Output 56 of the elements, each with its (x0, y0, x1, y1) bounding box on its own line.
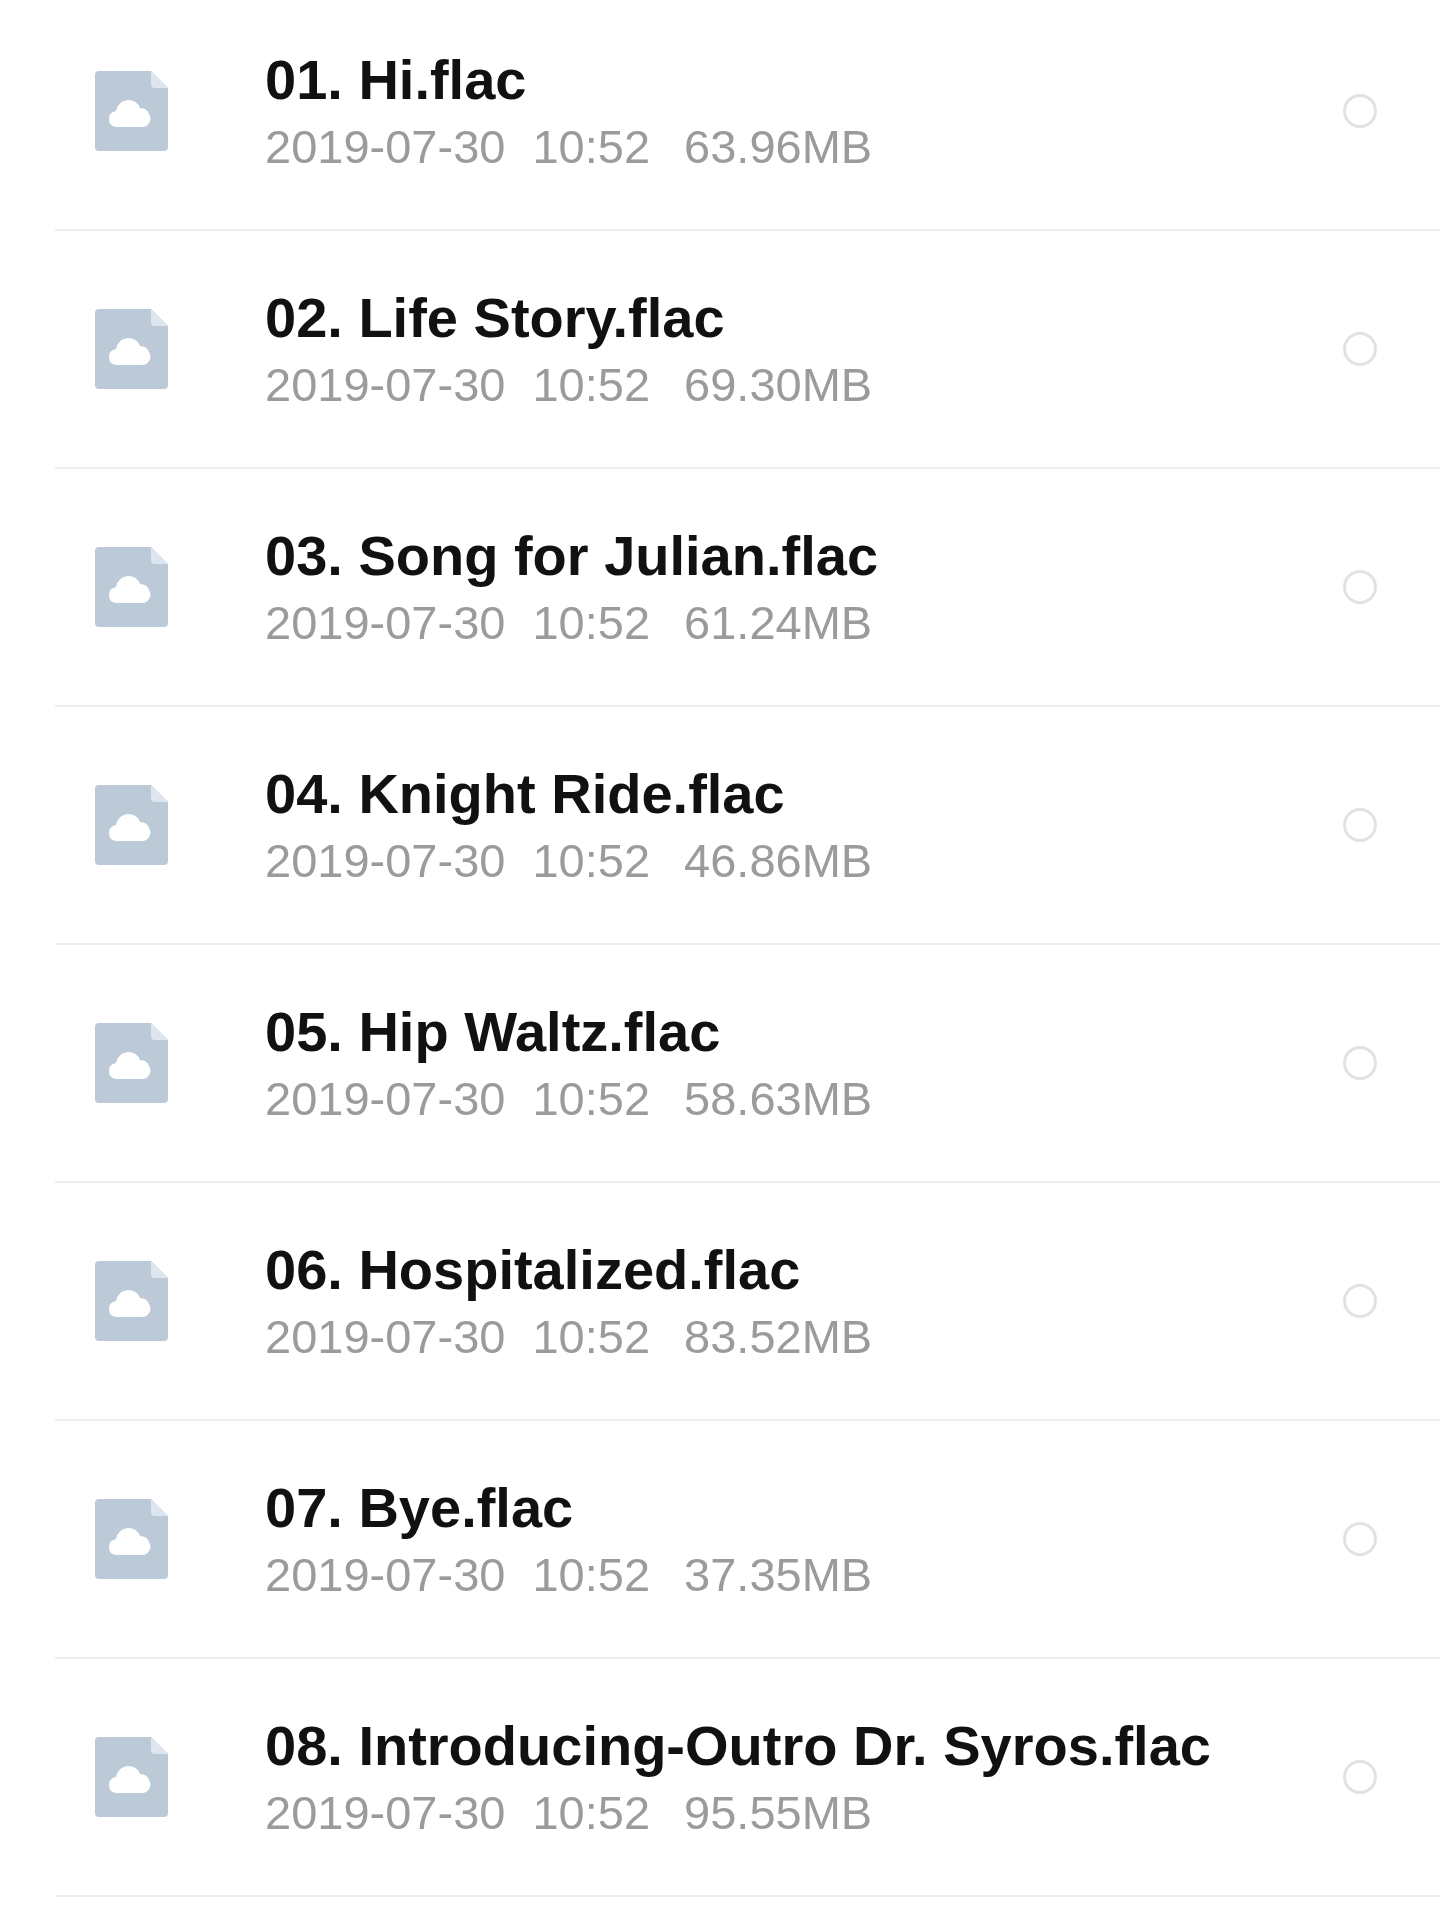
select-radio[interactable] (1343, 332, 1377, 366)
file-size: 63.96MB (684, 118, 873, 175)
file-size: 69.30MB (684, 356, 873, 413)
file-row[interactable]: 05. Hip Waltz.flac 2019-07-30 10:52 58.63MB (55, 945, 1440, 1183)
file-date: 2019-07-30 (265, 594, 506, 651)
file-row[interactable]: 01. Hi.flac 2019-07-30 10:52 63.96MB (55, 0, 1440, 231)
file-row[interactable]: 08. Introducing-Outro Dr. Syros.flac 2019-07-30 10:52 95.55MB (55, 1659, 1440, 1897)
select-radio[interactable] (1343, 1522, 1377, 1556)
file-time: 10:52 (532, 594, 651, 651)
file-name: 06. Hospitalized.flac (265, 1237, 801, 1302)
cloud-file-icon (95, 1261, 168, 1341)
file-date: 2019-07-30 (265, 356, 506, 413)
file-time: 10:52 (532, 1546, 651, 1603)
file-time: 10:52 (532, 1784, 651, 1841)
file-name: 03. Song for Julian.flac (265, 523, 879, 588)
file-size: 83.52MB (684, 1308, 873, 1365)
file-row[interactable]: 07. Bye.flac 2019-07-30 10:52 37.35MB (55, 1421, 1440, 1659)
file-size: 61.24MB (684, 594, 873, 651)
select-radio[interactable] (1343, 1284, 1377, 1318)
file-size: 58.63MB (684, 1070, 873, 1127)
file-name: 08. Introducing-Outro Dr. Syros.flac (265, 1713, 1211, 1778)
file-name: 04. Knight Ride.flac (265, 761, 785, 826)
file-date: 2019-07-30 (265, 1308, 506, 1365)
file-size: 95.55MB (684, 1784, 873, 1841)
file-name: 05. Hip Waltz.flac (265, 999, 721, 1064)
file-time: 10:52 (532, 832, 651, 889)
file-row[interactable]: 02. Life Story.flac 2019-07-30 10:52 69.30MB (55, 231, 1440, 469)
file-row[interactable]: 03. Song for Julian.flac 2019-07-30 10:52 61.24MB (55, 469, 1440, 707)
file-time: 10:52 (532, 1308, 651, 1365)
select-radio[interactable] (1343, 570, 1377, 604)
file-name: 02. Life Story.flac (265, 285, 725, 350)
file-time: 10:52 (532, 356, 651, 413)
cloud-file-icon (95, 309, 168, 389)
select-radio[interactable] (1343, 94, 1377, 128)
file-date: 2019-07-30 (265, 118, 506, 175)
file-size: 37.35MB (684, 1546, 873, 1603)
file-date: 2019-07-30 (265, 832, 506, 889)
file-time: 10:52 (532, 1070, 651, 1127)
cloud-file-icon (95, 785, 168, 865)
cloud-file-icon (95, 71, 168, 151)
file-row[interactable]: 04. Knight Ride.flac 2019-07-30 10:52 46.86MB (55, 707, 1440, 945)
select-radio[interactable] (1343, 1046, 1377, 1080)
file-time: 10:52 (532, 118, 651, 175)
select-radio[interactable] (1343, 808, 1377, 842)
file-date: 2019-07-30 (265, 1784, 506, 1841)
file-date: 2019-07-30 (265, 1546, 506, 1603)
cloud-file-icon (95, 547, 168, 627)
file-name: 07. Bye.flac (265, 1475, 574, 1540)
file-size: 46.86MB (684, 832, 873, 889)
file-date: 2019-07-30 (265, 1070, 506, 1127)
file-name: 01. Hi.flac (265, 47, 527, 112)
file-row[interactable]: 06. Hospitalized.flac 2019-07-30 10:52 83.52MB (55, 1183, 1440, 1421)
select-radio[interactable] (1343, 1760, 1377, 1794)
cloud-file-icon (95, 1499, 168, 1579)
cloud-file-icon (95, 1023, 168, 1103)
cloud-file-icon (95, 1737, 168, 1817)
